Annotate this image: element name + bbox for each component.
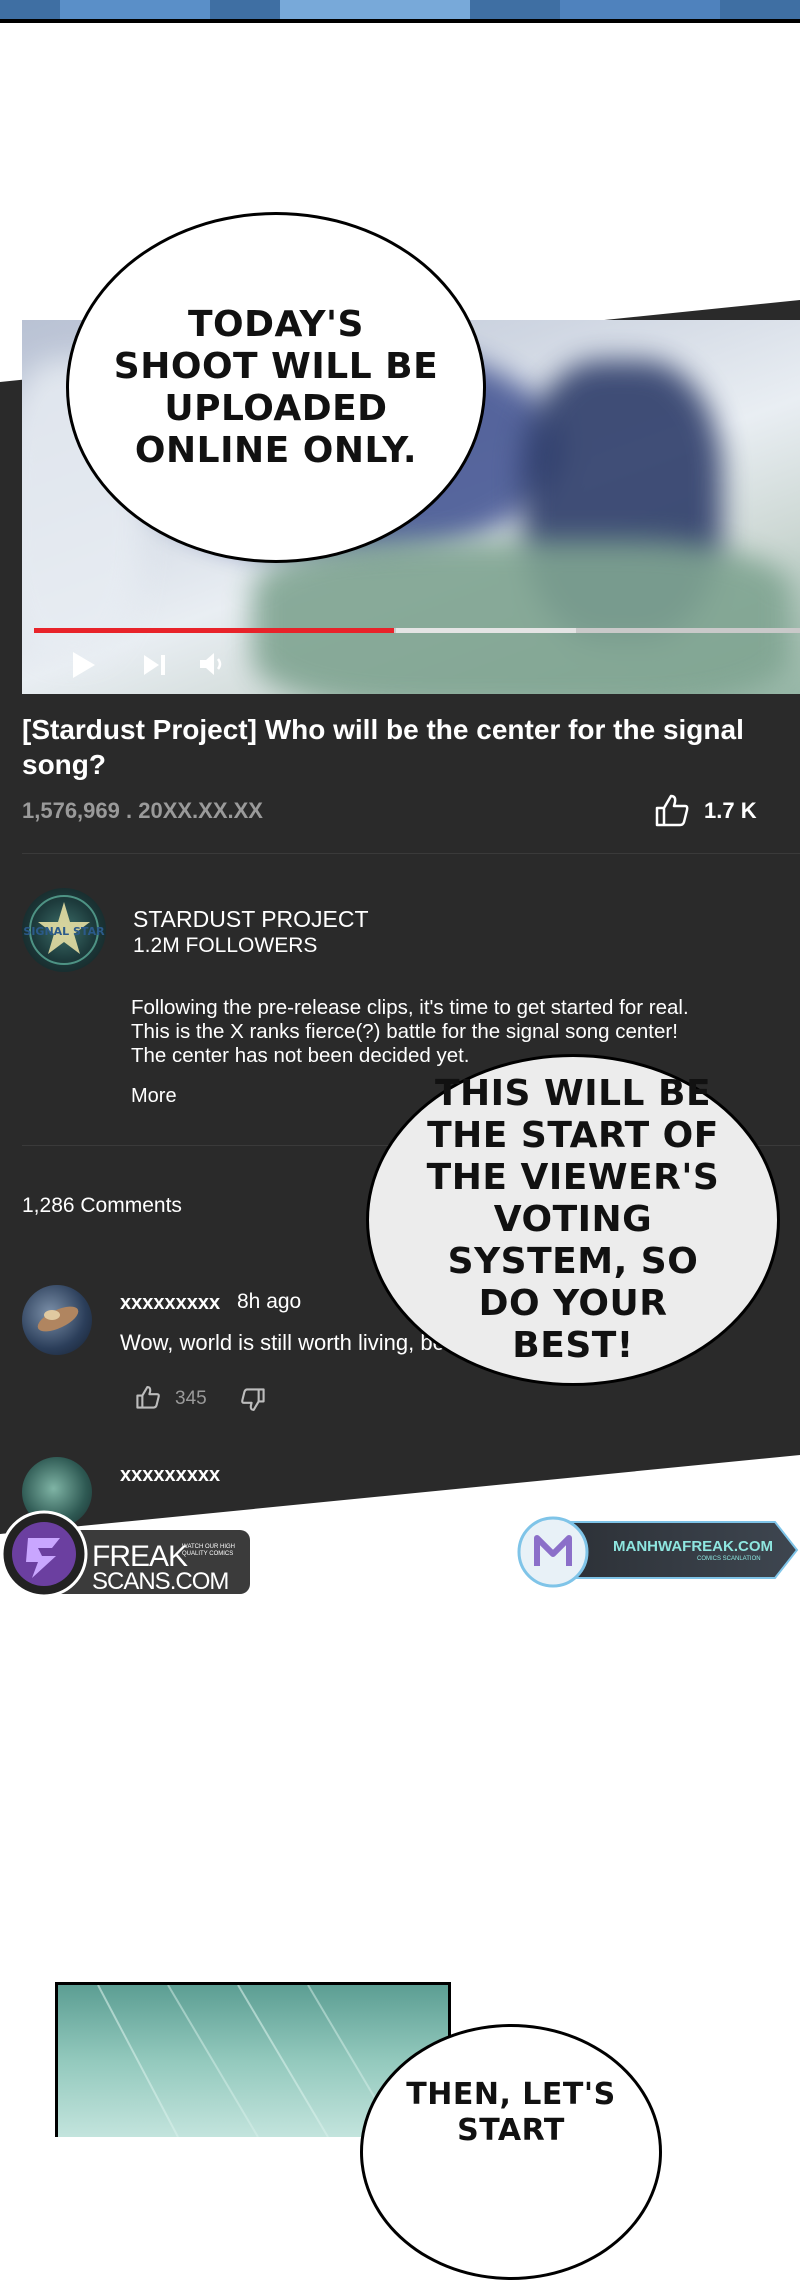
video-meta: 1,576,969 . 20XX.XX.XX bbox=[22, 798, 263, 824]
speech-bubble: TODAY'S SHOOT WILL BE UPLOADED ONLINE ON… bbox=[66, 212, 486, 563]
manhwa-sub: COMICS SCANLATION bbox=[697, 1556, 761, 1562]
more-link[interactable]: More bbox=[131, 1085, 177, 1108]
comment-time: 8h ago bbox=[237, 1290, 302, 1313]
skip-next-icon[interactable] bbox=[142, 652, 168, 683]
comments-count: 1,286 Comments bbox=[22, 1194, 182, 1217]
video-title: [Stardust Project] Who will be the cente… bbox=[22, 714, 744, 780]
avatar[interactable] bbox=[22, 1285, 92, 1355]
bubble-text: THEN, LET'S START bbox=[406, 2077, 616, 2148]
view-count: 1,576,969 bbox=[22, 798, 120, 823]
manhwa-name: MANHWAFREAK.COM bbox=[613, 1538, 773, 1555]
freak-scans-watermark: FREAK WATCH OUR HIGH QUALITY COMICS SCAN… bbox=[0, 1508, 250, 1598]
upload-date: . 20XX.XX.XX bbox=[126, 798, 263, 823]
description-line: The center has not been decided yet. bbox=[131, 1044, 470, 1067]
bubble-text: TODAY'S SHOOT WILL BE UPLOADED ONLINE ON… bbox=[113, 303, 439, 471]
comment-username[interactable]: xxxxxxxxx bbox=[120, 1292, 220, 1315]
comment-dislike-icon[interactable] bbox=[240, 1388, 266, 1417]
buffer-bar bbox=[396, 628, 576, 633]
volume-icon[interactable] bbox=[198, 650, 226, 683]
description-line: Following the pre-release clips, it's ti… bbox=[131, 996, 689, 1019]
speech-bubble: THEN, LET'S START bbox=[360, 2024, 662, 2280]
channel-logo-text: SIGNAL STAR bbox=[23, 925, 105, 938]
freak-tag: WATCH OUR HIGH QUALITY COMICS bbox=[182, 1544, 235, 1557]
progress-fill bbox=[34, 628, 394, 633]
manhwafreak-watermark: MANHWAFREAK.COM COMICS SCANLATION bbox=[507, 1512, 800, 1588]
comment-like-icon[interactable] bbox=[135, 1385, 161, 1414]
thumbs-up-icon[interactable] bbox=[654, 793, 690, 832]
divider bbox=[22, 853, 800, 854]
play-icon[interactable] bbox=[70, 650, 98, 685]
speech-bubble: THIS WILL BE THE START OF THE VIEWER'S V… bbox=[366, 1054, 780, 1386]
channel-logo[interactable]: SIGNAL STAR bbox=[22, 888, 106, 972]
description-line: This is the X ranks fierce(?) battle for… bbox=[131, 1020, 678, 1043]
freak-sub: SCANS.COM bbox=[92, 1568, 229, 1595]
comment-username[interactable]: xxxxxxxxx bbox=[120, 1464, 220, 1487]
channel-name[interactable]: STARDUST PROJECT bbox=[133, 906, 369, 933]
video-description: Following the pre-release clips, it's ti… bbox=[131, 996, 771, 1068]
like-count: 1.7 K bbox=[704, 798, 757, 823]
top-panel-edge bbox=[0, 0, 800, 24]
channel-followers: 1.2M FOLLOWERS bbox=[133, 934, 318, 957]
comment-like-count: 345 bbox=[175, 1388, 207, 1409]
blurred-clothes bbox=[252, 540, 792, 694]
bubble-text: THIS WILL BE THE START OF THE VIEWER'S V… bbox=[426, 1073, 720, 1366]
